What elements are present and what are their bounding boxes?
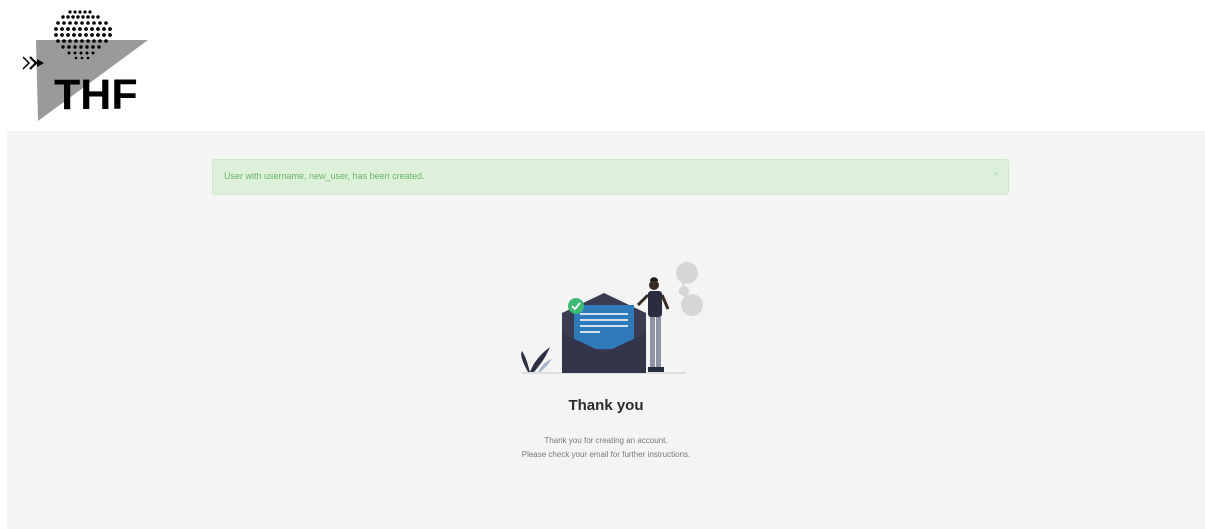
- page-title: Thank you: [568, 397, 644, 414]
- main-content: User with username, new_user, has been c…: [7, 131, 1205, 529]
- success-alert: User with username, new_user, has been c…: [212, 159, 1009, 195]
- description-line-2: Please check your email for further inst…: [521, 450, 691, 459]
- check-icon: [568, 298, 584, 314]
- alert-message: User with username, new_user, has been c…: [224, 171, 425, 181]
- close-icon[interactable]: ×: [993, 169, 999, 180]
- envelope-illustration: [516, 261, 716, 379]
- brand-logo[interactable]: THF: [18, 4, 153, 126]
- header: THF: [0, 0, 1205, 131]
- description-line-1: Thank you for creating an account.: [544, 436, 668, 445]
- brand-logo-text: THF: [54, 71, 138, 119]
